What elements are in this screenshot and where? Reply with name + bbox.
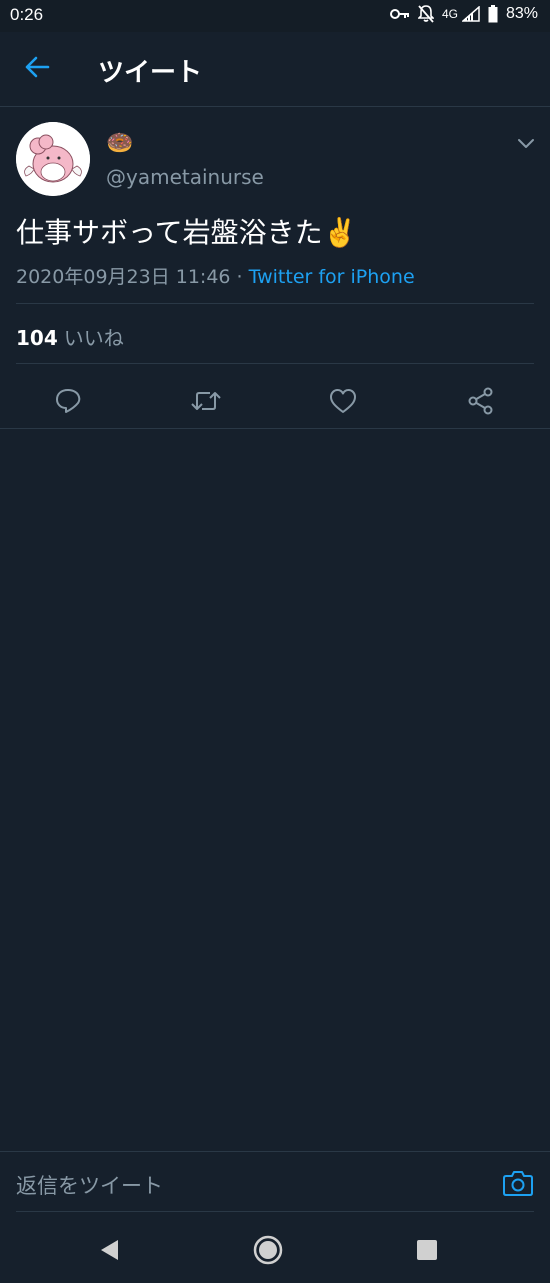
status-icons: 4G 83% [389,5,538,23]
camera-button[interactable] [502,1168,534,1198]
share-button[interactable] [461,383,501,423]
network-type: 4G [441,7,458,21]
tweet-meta: 2020年09月23日 11:46 · Twitter for iPhone [16,262,415,289]
reply-bar: 返信をツイート [0,1151,550,1212]
battery-icon [488,5,498,23]
retweet-icon [190,387,222,419]
retweet-button[interactable] [186,383,226,423]
nav-home-button[interactable] [250,1234,286,1270]
heart-icon [329,388,357,418]
avatar-image [16,122,90,196]
page-title: ツイート [98,58,203,88]
share-icon [467,387,495,419]
meta-separator: · [230,266,249,288]
likes-count: 104 [16,326,58,350]
status-time: 0:26 [10,5,44,24]
nav-recents-button[interactable] [409,1234,445,1270]
source-link[interactable]: Twitter for iPhone [249,266,415,288]
reply-icon [54,387,82,419]
system-nav-bar [0,1220,550,1283]
square-recents-icon [416,1239,438,1265]
signal-icon [461,6,480,22]
triangle-back-icon [98,1238,120,1266]
divider [16,1211,534,1212]
display-name[interactable]: 🍩 [106,131,133,156]
arrow-left-icon [24,55,50,83]
tweet-actions [0,377,550,429]
back-button[interactable] [22,54,52,84]
divider [0,428,550,429]
divider [16,303,534,304]
notifications-off-icon [417,5,434,23]
user-handle[interactable]: @yametainurse [106,165,264,189]
avatar[interactable] [16,122,90,196]
status-bar: 0:26 4G 83% [0,0,550,32]
divider [16,363,534,364]
likes-stat[interactable]: 104 いいね [16,322,124,351]
tweet-text: 仕事サボって岩盤浴きた✌️ [16,216,358,249]
battery-level: 83% [505,5,538,22]
vpn-key-icon [389,8,410,20]
tweet-menu-button[interactable] [516,135,536,149]
app-header: ツイート [0,32,550,107]
camera-icon [502,1171,534,1202]
like-button[interactable] [323,383,363,423]
circle-home-icon [252,1234,284,1270]
reply-input[interactable]: 返信をツイート [16,1170,163,1200]
likes-label: いいね [63,326,124,350]
chevron-down-icon [516,135,536,154]
tweet-timestamp: 2020年09月23日 11:46 [16,266,231,288]
nav-back-button[interactable] [91,1234,127,1270]
reply-button[interactable] [48,383,88,423]
